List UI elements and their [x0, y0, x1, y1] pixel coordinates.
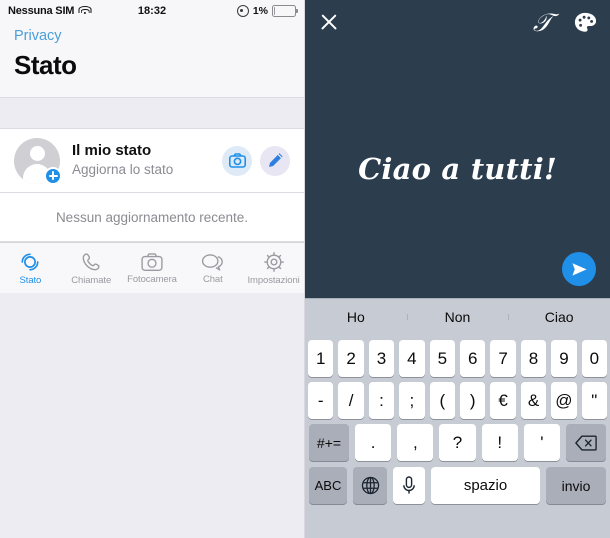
key-paren-close[interactable]: ): [460, 382, 486, 419]
status-rings-icon: [21, 252, 39, 271]
phone-icon: [82, 252, 100, 270]
key-hyphen[interactable]: -: [307, 382, 334, 419]
font-button[interactable]: 𝒯: [533, 10, 552, 35]
key-4[interactable]: 4: [399, 340, 425, 377]
key-colon[interactable]: :: [368, 382, 395, 419]
chat-bubbles-icon: [201, 253, 223, 271]
plus-badge-icon: [44, 166, 62, 185]
send-button[interactable]: [562, 252, 596, 286]
on-screen-keyboard: Ho Non Ciao 1 2 3 4 5 6 7 8 9 0 - / : ;: [305, 298, 610, 538]
key-backspace[interactable]: [566, 424, 607, 461]
color-button[interactable]: [574, 12, 596, 33]
key-at[interactable]: @: [551, 382, 577, 419]
app-screenshot: Nessuna SIM 18:32 1% Privacy Stato Il mi…: [0, 0, 610, 538]
section-gap: [0, 97, 304, 129]
tab-label: Chat: [202, 273, 223, 285]
microphone-icon: [403, 476, 415, 494]
camera-button[interactable]: [222, 145, 252, 176]
key-ampersand[interactable]: &: [520, 382, 547, 419]
tab-chiamate[interactable]: Chiamate: [61, 251, 122, 286]
page-title: Stato: [14, 50, 77, 80]
tab-stato[interactable]: Stato: [0, 251, 61, 286]
camera-icon: [141, 252, 163, 271]
key-dictation[interactable]: [393, 467, 425, 504]
send-icon: [571, 262, 587, 276]
tab-impostazioni[interactable]: Impostazioni: [243, 251, 304, 286]
prediction-item[interactable]: Ciao: [508, 309, 610, 325]
editor-toolbar: 𝒯: [305, 0, 610, 44]
color-palette-icon: [574, 12, 596, 32]
key-period[interactable]: .: [355, 424, 392, 461]
key-3[interactable]: 3: [368, 340, 395, 377]
location-icon: [236, 5, 249, 17]
key-exclamation[interactable]: !: [481, 424, 518, 461]
status-bar-right: 1%: [236, 5, 298, 17]
key-space[interactable]: spazio: [431, 467, 540, 504]
ios-status-bar: Nessuna SIM 18:32 1%: [0, 0, 304, 22]
camera-icon: [228, 153, 246, 168]
keyboard-row-numbers: 1 2 3 4 5 6 7 8 9 0: [305, 340, 610, 377]
no-updates-row: Nessun aggiornamento recente.: [0, 193, 304, 242]
key-abc-toggle[interactable]: ABC: [309, 467, 347, 504]
text-font-icon: 𝒯: [532, 7, 552, 37]
privacy-link[interactable]: Privacy: [14, 22, 62, 46]
close-icon: [319, 12, 339, 32]
predictive-text-bar: Ho Non Ciao: [305, 298, 610, 335]
my-status-row[interactable]: Il mio stato Aggiorna lo stato: [0, 129, 304, 193]
prediction-item[interactable]: Non: [406, 309, 509, 325]
key-semicolon[interactable]: ;: [399, 382, 425, 419]
battery-icon: [272, 5, 298, 17]
key-globe[interactable]: [353, 467, 387, 504]
key-euro[interactable]: €: [490, 382, 516, 419]
key-return[interactable]: invio: [546, 467, 606, 504]
edit-button[interactable]: [260, 145, 290, 176]
text-status-editor[interactable]: 𝒯 Ciao a tutti!: [305, 0, 610, 298]
key-comma[interactable]: ,: [397, 424, 434, 461]
tab-chat[interactable]: Chat: [182, 252, 243, 285]
key-7[interactable]: 7: [490, 340, 516, 377]
status-screen-panel: Nessuna SIM 18:32 1% Privacy Stato Il mi…: [0, 0, 305, 538]
key-question[interactable]: ?: [439, 424, 476, 461]
close-button[interactable]: [319, 12, 339, 32]
keyboard-row-symbols: - / : ; ( ) € & @ ": [305, 382, 610, 419]
key-quote[interactable]: ": [581, 382, 608, 419]
prediction-item[interactable]: Ho: [305, 309, 407, 325]
key-1[interactable]: 1: [307, 340, 334, 377]
key-0[interactable]: 0: [581, 340, 608, 377]
bottom-tab-bar: Stato Chiamate Fotocamera Chat Impostazi…: [0, 242, 304, 293]
key-2[interactable]: 2: [338, 340, 364, 377]
tab-label: Impostazioni: [247, 274, 300, 286]
tab-fotocamera[interactable]: Fotocamera: [122, 252, 183, 285]
avatar[interactable]: [14, 137, 62, 185]
my-status-subtitle: Aggiorna lo stato: [72, 162, 174, 178]
status-text-value[interactable]: Ciao a tutti!: [305, 152, 610, 186]
my-status-texts: Il mio stato Aggiorna lo stato: [72, 142, 214, 180]
keyboard-row-bottom: ABC spazio invio: [305, 467, 610, 504]
key-paren-open[interactable]: (: [429, 382, 455, 419]
globe-icon: [361, 476, 379, 495]
key-symbols-toggle[interactable]: #+=: [309, 424, 349, 461]
keyboard-row-punctuation: #+= . , ? ! ': [305, 424, 610, 461]
pencil-icon: [268, 153, 283, 167]
my-status-title: Il mio stato: [72, 141, 152, 159]
battery-percent-label: 1%: [252, 5, 268, 17]
key-9[interactable]: 9: [551, 340, 577, 377]
gear-icon: [263, 251, 284, 272]
key-5[interactable]: 5: [429, 340, 455, 377]
key-apostrophe[interactable]: ': [523, 424, 561, 461]
navigation-bar: Privacy Stato: [0, 22, 304, 97]
no-updates-label: Nessun aggiornamento recente.: [55, 209, 249, 225]
key-slash[interactable]: /: [338, 382, 364, 419]
tab-label: Stato: [19, 274, 42, 286]
status-composer-panel: 𝒯 Ciao a tutti! Ho Non Ciao 1 2 3 4 5 6 …: [305, 0, 610, 538]
tab-label: Chiamate: [71, 274, 112, 286]
key-8[interactable]: 8: [520, 340, 547, 377]
backspace-icon: [575, 434, 597, 451]
key-6[interactable]: 6: [460, 340, 486, 377]
tab-label: Fotocamera: [127, 273, 177, 285]
